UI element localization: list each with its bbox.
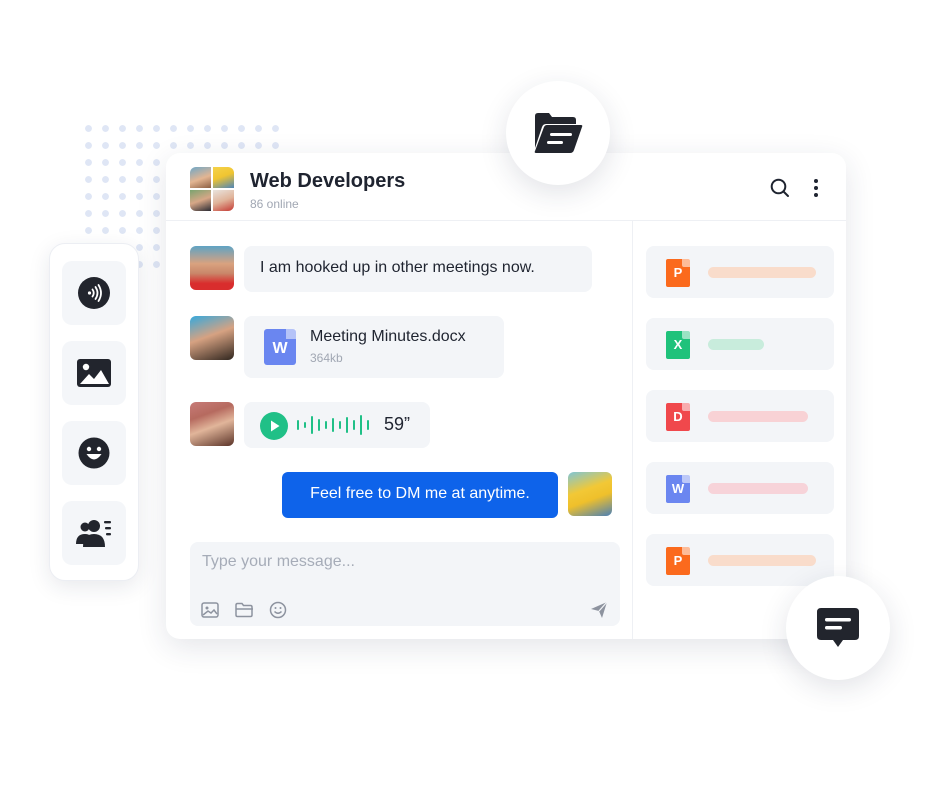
message-bubble: I am hooked up in other meetings now. (244, 246, 592, 292)
send-button[interactable] (589, 600, 609, 620)
group-button[interactable] (62, 501, 126, 565)
waveform-icon (297, 415, 369, 435)
message-composer (190, 542, 620, 626)
folder-badge[interactable] (506, 81, 610, 185)
shared-file-item[interactable]: X (646, 318, 834, 370)
file-type-icon: D (666, 403, 690, 431)
chat-header: Web Developers 86 online (166, 153, 846, 221)
file-type-icon: P (666, 259, 690, 287)
side-toolbar (49, 243, 139, 581)
emoji-button[interactable] (62, 421, 126, 485)
avatar (190, 316, 234, 360)
attach-image-button[interactable] (200, 600, 220, 620)
play-icon (260, 412, 288, 440)
more-options-button[interactable] (805, 177, 827, 199)
message-text: Feel free to DM me at anytime. (310, 485, 530, 502)
file-name-placeholder (708, 339, 764, 350)
file-name-placeholder (708, 267, 816, 278)
message-input[interactable] (202, 550, 602, 574)
play-button[interactable] (260, 412, 288, 440)
chat-title: Web Developers (250, 170, 406, 192)
attach-file-button[interactable] (234, 600, 254, 620)
voice-duration: 59” (384, 414, 411, 434)
image-button[interactable] (62, 341, 126, 405)
file-type-icon: P (666, 547, 690, 575)
chat-badge[interactable] (786, 576, 890, 680)
nfc-button[interactable] (62, 261, 126, 325)
folder-icon (234, 602, 253, 618)
file-name-placeholder (708, 483, 808, 494)
shared-file-item[interactable]: D (646, 390, 834, 442)
avatar (190, 246, 234, 290)
search-icon (770, 178, 789, 197)
group-avatar (190, 167, 234, 211)
send-icon (591, 601, 608, 618)
message-text: I am hooked up in other meetings now. (260, 259, 535, 276)
image-icon (77, 359, 111, 387)
outgoing-message-bubble: Feel free to DM me at anytime. (282, 472, 558, 518)
panel-divider (632, 221, 633, 639)
avatar (190, 402, 234, 446)
emoji-icon (78, 437, 110, 469)
file-size: 364kb (310, 351, 343, 365)
emoji-button[interactable] (268, 600, 288, 620)
shared-file-item[interactable]: P (646, 534, 834, 586)
file-type-icon: X (666, 331, 690, 359)
file-type-letter: W (272, 340, 288, 357)
word-file-icon: W (264, 329, 296, 365)
file-name-placeholder (708, 411, 808, 422)
online-count: 86 online (250, 197, 299, 211)
message-icon (817, 608, 859, 647)
file-name-placeholder (708, 555, 816, 566)
group-icon (76, 520, 111, 547)
more-vertical-icon (814, 179, 818, 197)
file-name: Meeting Minutes.docx (310, 328, 466, 345)
search-button[interactable] (769, 177, 791, 199)
chat-window: Web Developers 86 online I am hooked up … (166, 153, 846, 639)
file-type-icon: W (666, 475, 690, 503)
nfc-icon (78, 277, 110, 309)
open-folder-icon (534, 113, 583, 153)
shared-file-item[interactable]: P (646, 246, 834, 298)
file-message[interactable]: W Meeting Minutes.docx 364kb (244, 316, 504, 378)
shared-file-item[interactable]: W (646, 462, 834, 514)
image-icon (201, 602, 219, 618)
emoji-icon (269, 601, 287, 619)
avatar (568, 472, 612, 516)
voice-message: 59” (244, 402, 430, 448)
